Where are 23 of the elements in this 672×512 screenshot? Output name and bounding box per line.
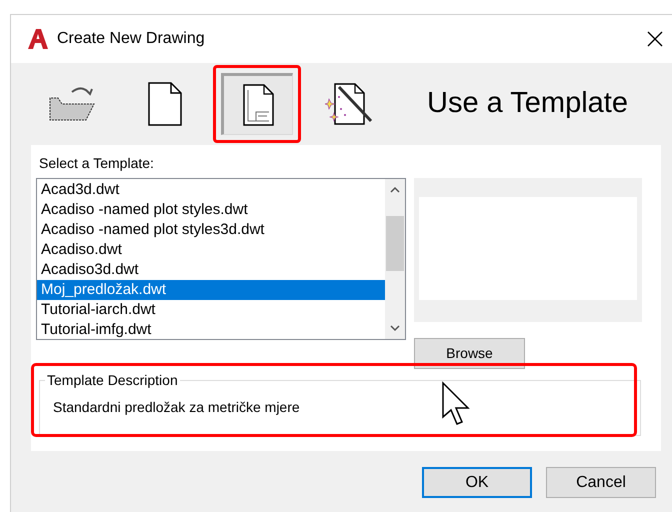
template-page-icon (242, 84, 274, 126)
toolbar-button[interactable] (221, 73, 293, 135)
blank-page-icon (147, 82, 183, 126)
list-item[interactable]: Acadiso.dwt (37, 240, 385, 260)
wizard-page-icon (325, 83, 373, 125)
description-text: Standardni predložak za metričke mjere (53, 398, 300, 417)
list-item[interactable]: Tutorial-imfg.dwt (37, 320, 385, 340)
list-item[interactable]: Acadiso3d.dwt (37, 260, 385, 280)
browse-button[interactable]: Browse (414, 338, 525, 369)
scrollbar[interactable] (385, 179, 405, 339)
page-heading: Use a Template (427, 86, 628, 122)
list-item[interactable]: Tutorial-iarch.dwt (37, 300, 385, 320)
list-label: Select a Template: (39, 154, 155, 173)
app-logo-icon (27, 28, 49, 50)
list-item[interactable]: Moj_predložak.dwt (37, 280, 385, 300)
window-title: Create New Drawing (57, 29, 205, 49)
list-item[interactable]: Acadiso -named plot styles3d.dwt (37, 220, 385, 240)
dialog-button[interactable]: Cancel (546, 467, 656, 498)
list-item[interactable]: Acad3d.dwt (37, 180, 385, 200)
list-item[interactable]: Acadiso -named plot styles.dwt (37, 200, 385, 220)
scroll-thumb[interactable] (386, 216, 404, 271)
close-icon[interactable] (647, 31, 663, 47)
dialog-button[interactable]: OK (422, 467, 532, 498)
